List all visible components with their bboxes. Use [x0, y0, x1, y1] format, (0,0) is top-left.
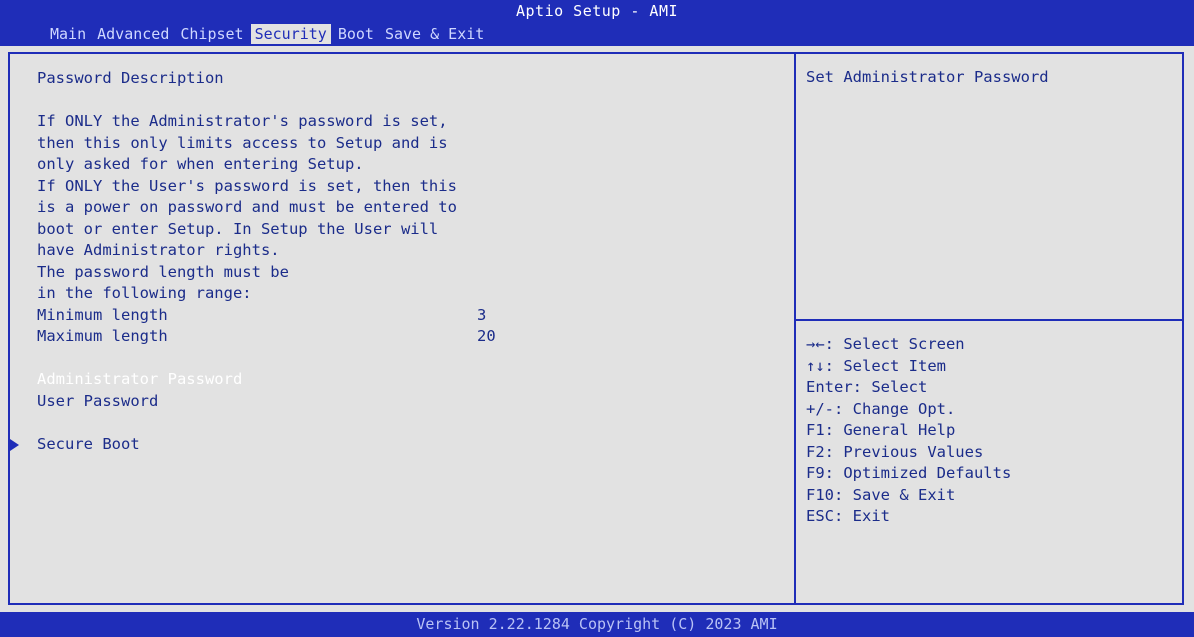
maximum-length-value: 20	[477, 327, 496, 345]
description-line: is a power on password and must be enter…	[37, 198, 457, 216]
password-description-heading: Password Description	[37, 69, 224, 87]
version-footer: Version 2.22.1284 Copyright (C) 2023 AMI	[0, 612, 1194, 637]
secure-boot-submenu[interactable]: Secure Boot	[10, 434, 777, 456]
administrator-password-item[interactable]: Administrator Password	[37, 369, 777, 391]
description-line: If ONLY the User's password is set, then…	[37, 176, 457, 195]
tab-save-exit[interactable]: Save & Exit	[381, 24, 488, 44]
settings-panel: Password Description If ONLY the Adminis…	[10, 68, 777, 456]
minimum-length-label: Minimum length	[37, 305, 168, 324]
vertical-divider	[794, 54, 796, 603]
tab-advanced[interactable]: Advanced	[93, 24, 173, 44]
description-line: only asked for when entering Setup.	[37, 155, 364, 173]
description-line: boot or enter Setup. In Setup the User w…	[37, 219, 439, 238]
submenu-arrow-icon	[10, 438, 19, 451]
main-frame: Password Description If ONLY the Adminis…	[8, 52, 1184, 605]
header-bar: Aptio Setup - AMI Main Advanced Chipset …	[0, 0, 1194, 46]
key-f9: F9: Optimized Defaults	[806, 464, 1012, 482]
key-f2: F2: Previous Values	[806, 442, 984, 461]
app-title: Aptio Setup - AMI	[515, 2, 679, 20]
key-change-opt: +/-: Change Opt.	[806, 399, 956, 418]
help-divider	[796, 319, 1184, 321]
key-select-item: ↑↓: Select Item	[806, 356, 946, 375]
description-line: If ONLY the Administrator's password is …	[37, 112, 448, 130]
user-password-item[interactable]: User Password	[37, 391, 777, 413]
tab-security[interactable]: Security	[250, 24, 331, 44]
key-esc: ESC: Exit	[806, 507, 890, 525]
maximum-length-label: Maximum length	[37, 327, 168, 345]
minimum-length-value: 3	[477, 305, 487, 324]
tab-bar: Main Advanced Chipset Security Boot Save…	[46, 24, 491, 44]
key-f1: F1: General Help	[806, 421, 956, 439]
secure-boot-label: Secure Boot	[37, 434, 140, 453]
tab-boot[interactable]: Boot	[334, 24, 378, 44]
minimum-length-row: Minimum length 3	[37, 305, 777, 327]
tab-main[interactable]: Main	[46, 24, 90, 44]
key-f10: F10: Save & Exit	[806, 485, 956, 504]
description-line: have Administrator rights.	[37, 241, 280, 259]
key-legend: →←: Select Screen ↑↓: Select Item Enter:…	[806, 334, 1011, 528]
maximum-length-row: Maximum length 20	[37, 326, 777, 348]
description-line: in the following range:	[37, 284, 252, 302]
description-line: The password length must be	[37, 262, 289, 281]
tab-chipset[interactable]: Chipset	[176, 24, 247, 44]
key-select-screen: →←: Select Screen	[806, 335, 965, 353]
key-enter: Enter: Select	[806, 378, 928, 396]
help-text: Set Administrator Password	[806, 68, 1049, 86]
description-line: then this only limits access to Setup an…	[37, 133, 448, 152]
